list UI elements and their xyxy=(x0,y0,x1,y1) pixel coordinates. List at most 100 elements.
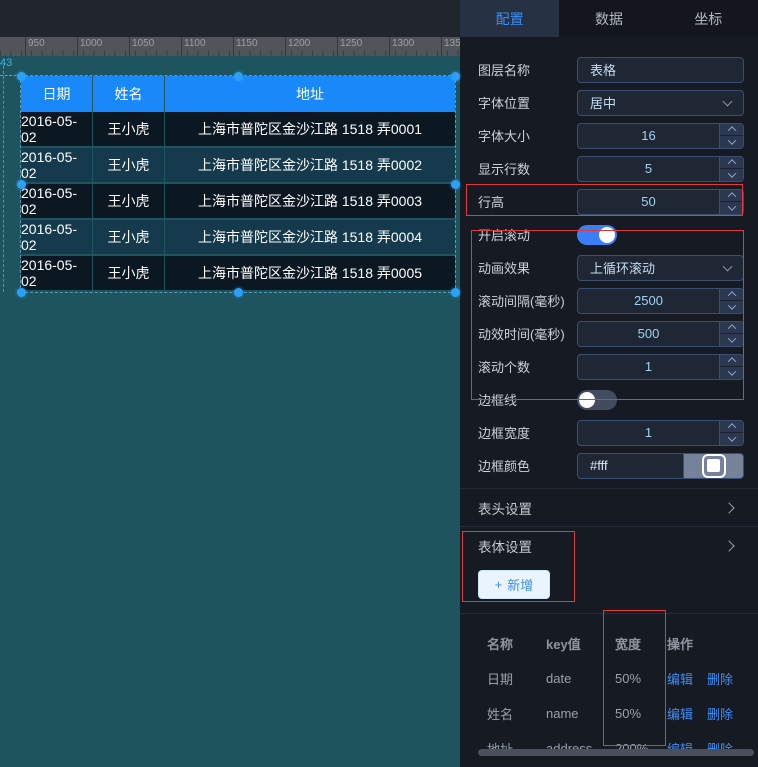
step-up-button[interactable] xyxy=(720,124,743,137)
add-button-row: + 新增 xyxy=(460,564,758,614)
ruler-label: 1000 xyxy=(80,38,102,49)
number-stepper xyxy=(719,421,743,445)
chevron-right-icon xyxy=(723,540,734,551)
resize-handle-sw[interactable] xyxy=(17,288,26,297)
delete-link[interactable]: 删除 xyxy=(707,669,733,688)
ruler-label: 1100 xyxy=(184,38,206,49)
border-line-toggle[interactable] xyxy=(577,390,617,410)
select-value: 上循环滚动 xyxy=(590,258,655,277)
chevron-down-icon xyxy=(723,261,733,271)
chevron-up-icon xyxy=(727,357,735,365)
edit-link[interactable]: 编辑 xyxy=(667,669,693,688)
step-down-button[interactable] xyxy=(720,202,743,214)
section-header-settings[interactable]: 表头设置 xyxy=(460,488,758,526)
number-stepper xyxy=(719,289,743,313)
table-cell: 2016-05-02 xyxy=(21,184,93,218)
section-label: 表头设置 xyxy=(478,498,532,518)
col-width: 50% xyxy=(615,671,667,686)
table-cell: 上海市普陀区金沙江路 1518 弄0002 xyxy=(165,148,455,182)
animation-duration-input[interactable]: 500 xyxy=(577,321,744,347)
edit-link[interactable]: 编辑 xyxy=(667,704,693,723)
scroll-count-input[interactable]: 1 xyxy=(577,354,744,380)
resize-handle-se[interactable] xyxy=(451,288,460,297)
step-up-button[interactable] xyxy=(720,355,743,368)
field-label: 动画效果 xyxy=(478,258,530,277)
table-header-cell: 日期 xyxy=(21,76,93,112)
panel-tabs: 配置 数据 坐标 xyxy=(460,0,758,37)
chevron-down-icon xyxy=(727,202,735,210)
table-cell: 上海市普陀区金沙江路 1518 弄0003 xyxy=(165,184,455,218)
row-height-input[interactable]: 50 xyxy=(577,189,744,215)
border-width-input[interactable]: 1 xyxy=(577,420,744,446)
step-up-button[interactable] xyxy=(720,190,743,203)
table-cell: 2016-05-02 xyxy=(21,220,93,254)
field-label: 字体位置 xyxy=(478,93,530,112)
field-row-height: 行高 50 xyxy=(478,185,744,218)
add-button-label: 新增 xyxy=(507,575,533,594)
row-count-input[interactable]: 5 xyxy=(577,156,744,182)
field-scroll-count: 滚动个数 1 xyxy=(478,350,744,383)
ruler-label: 1200 xyxy=(288,38,310,49)
step-up-button[interactable] xyxy=(720,322,743,335)
col-width: 50% xyxy=(615,706,667,721)
chevron-right-icon xyxy=(723,502,734,513)
table-row: 2016-05-02 王小虎 上海市普陀区金沙江路 1518 弄0004 xyxy=(21,220,455,256)
chevron-up-icon xyxy=(727,423,735,431)
field-label: 字体大小 xyxy=(478,126,530,145)
tab-data[interactable]: 数据 xyxy=(559,0,658,37)
design-canvas[interactable]: 950 1000 1050 1100 1150 1200 1250 1300 1… xyxy=(0,0,460,767)
step-up-button[interactable] xyxy=(720,157,743,170)
table-cell: 王小虎 xyxy=(93,256,165,290)
number-stepper xyxy=(719,157,743,181)
font-size-input[interactable]: 16 xyxy=(577,123,744,149)
enable-scroll-toggle[interactable] xyxy=(577,225,617,245)
scroll-interval-input[interactable]: 2500 xyxy=(577,288,744,314)
animation-effect-select[interactable]: 上循环滚动 xyxy=(577,255,744,281)
column-header: 宽度 xyxy=(615,634,667,653)
resize-handle-s[interactable] xyxy=(234,288,243,297)
step-up-button[interactable] xyxy=(720,421,743,434)
number-stepper xyxy=(719,355,743,379)
resize-handle-w[interactable] xyxy=(17,180,26,189)
resize-handle-ne[interactable] xyxy=(451,72,460,81)
step-up-button[interactable] xyxy=(720,289,743,302)
resize-handle-n[interactable] xyxy=(234,72,243,81)
tab-config[interactable]: 配置 xyxy=(460,0,559,37)
table-row: 2016-05-02 王小虎 上海市普陀区金沙江路 1518 弄0002 xyxy=(21,148,455,184)
border-color-control: #fff xyxy=(577,453,744,479)
ruler-minor-ticks xyxy=(0,50,460,56)
field-label: 行高 xyxy=(478,192,504,211)
table-cell: 王小虎 xyxy=(93,148,165,182)
step-down-button[interactable] xyxy=(720,334,743,346)
toggle-knob xyxy=(579,392,595,408)
field-label: 图层名称 xyxy=(478,60,530,79)
toggle-knob xyxy=(599,227,615,243)
border-color-input[interactable]: #fff xyxy=(578,454,683,478)
resize-handle-nw[interactable] xyxy=(17,72,26,81)
table-cell: 2016-05-02 xyxy=(21,112,93,146)
step-down-button[interactable] xyxy=(720,433,743,445)
number-stepper xyxy=(719,124,743,148)
color-picker-button[interactable] xyxy=(683,454,743,478)
tab-coordinate[interactable]: 坐标 xyxy=(659,0,758,37)
step-down-button[interactable] xyxy=(720,301,743,313)
step-down-button[interactable] xyxy=(720,136,743,148)
columns-table-header: 名称 key值 宽度 操作 xyxy=(487,626,758,661)
section-body-settings[interactable]: 表体设置 xyxy=(460,526,758,564)
field-animation-duration: 动效时间(毫秒) 500 xyxy=(478,317,744,350)
ruler-coordinate-label: 43 xyxy=(0,57,12,69)
config-panel: 配置 数据 坐标 图层名称 字体位置 居中 字体大小 16 xyxy=(460,0,758,767)
font-position-select[interactable]: 居中 xyxy=(577,90,744,116)
table-widget[interactable]: 日期 姓名 地址 2016-05-02 王小虎 上海市普陀区金沙江路 1518 … xyxy=(21,76,455,292)
column-header: key值 xyxy=(546,634,615,653)
add-column-button[interactable]: + 新增 xyxy=(478,570,550,599)
step-down-button[interactable] xyxy=(720,169,743,181)
step-down-button[interactable] xyxy=(720,367,743,379)
delete-link[interactable]: 删除 xyxy=(707,704,733,723)
table-row: 2016-05-02 王小虎 上海市普陀区金沙江路 1518 弄0005 xyxy=(21,256,455,292)
horizontal-scrollbar[interactable] xyxy=(478,749,754,756)
ruler-label: 1050 xyxy=(132,38,154,49)
layer-name-input[interactable] xyxy=(578,58,743,82)
number-value: 16 xyxy=(578,124,719,148)
resize-handle-e[interactable] xyxy=(451,180,460,189)
